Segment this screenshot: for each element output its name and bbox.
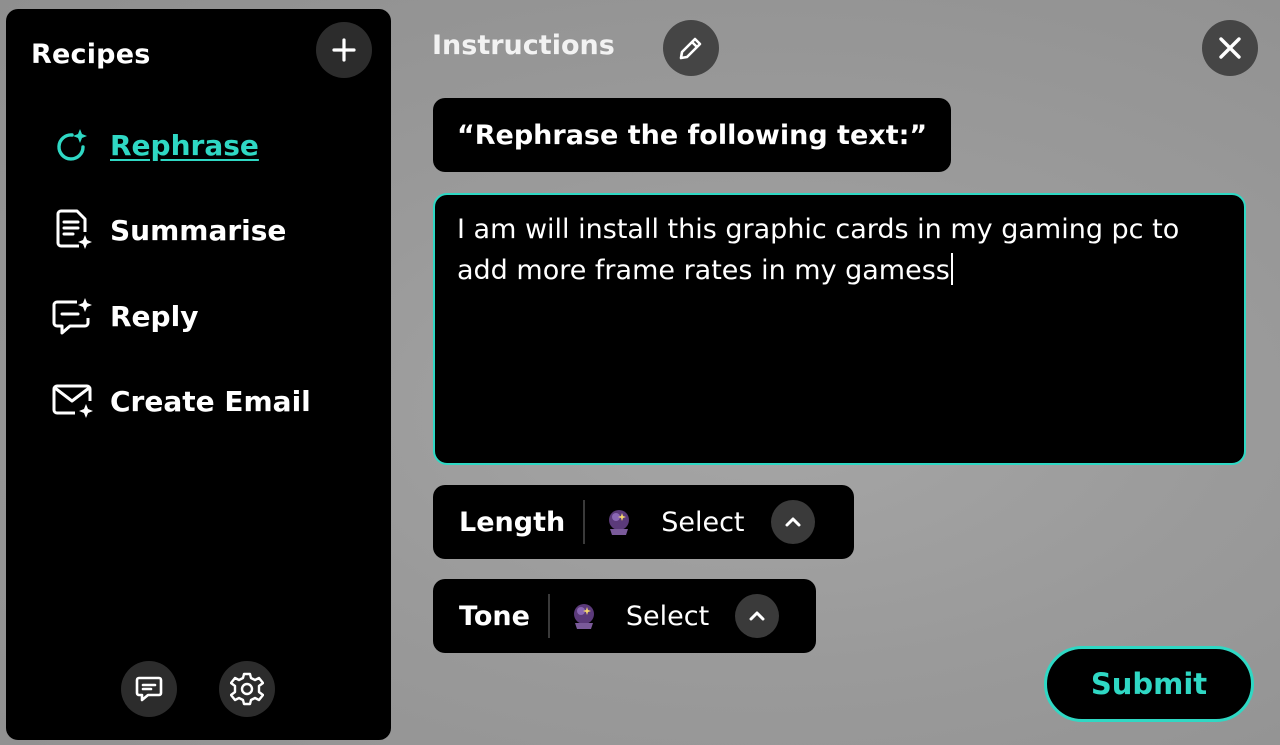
crystal-ball-icon bbox=[568, 600, 600, 632]
divider bbox=[583, 500, 586, 544]
sidebar-item-summarise[interactable]: Summarise bbox=[50, 207, 286, 253]
tone-label: Tone bbox=[459, 600, 530, 632]
plus-icon bbox=[332, 38, 356, 62]
rephrase-sparkle-icon bbox=[50, 122, 96, 168]
feedback-button[interactable] bbox=[121, 661, 177, 717]
divider bbox=[547, 594, 550, 638]
length-select[interactable]: Length Select bbox=[433, 485, 854, 559]
sidebar-title: Recipes bbox=[31, 39, 151, 70]
sidebar-item-label: Reply bbox=[110, 299, 199, 333]
chevron-up-icon[interactable] bbox=[770, 500, 815, 544]
pencil-icon bbox=[679, 37, 702, 60]
sidebar-item-label: Summarise bbox=[110, 213, 287, 247]
instruction-prompt: “Rephrase the following text:” bbox=[433, 98, 952, 172]
sidebar-item-label: Rephrase bbox=[110, 128, 259, 162]
length-label: Length bbox=[459, 506, 566, 538]
text-input-value: I am will install this graphic cards in … bbox=[457, 214, 1180, 286]
tone-value: Select bbox=[625, 600, 710, 632]
chevron-up-icon[interactable] bbox=[735, 594, 780, 638]
feedback-icon bbox=[135, 676, 163, 702]
page-title: Instructions bbox=[432, 30, 615, 61]
chat-sparkle-icon bbox=[50, 293, 96, 339]
close-button[interactable] bbox=[1202, 20, 1258, 76]
settings-button[interactable] bbox=[219, 661, 275, 717]
length-value: Select bbox=[661, 506, 745, 538]
edit-instructions-button[interactable] bbox=[663, 20, 719, 76]
sidebar-item-rephrase[interactable]: Rephrase bbox=[50, 122, 259, 168]
sidebar-item-create-email[interactable]: Create Email bbox=[50, 378, 311, 424]
sidebar-item-reply[interactable]: Reply bbox=[50, 293, 198, 339]
text-cursor bbox=[950, 253, 953, 285]
submit-button[interactable]: Submit bbox=[1044, 646, 1254, 722]
document-sparkle-icon bbox=[50, 207, 96, 253]
sidebar-item-label: Create Email bbox=[110, 384, 311, 418]
tone-select[interactable]: Tone Select bbox=[433, 579, 816, 653]
gear-icon bbox=[230, 672, 264, 706]
text-input[interactable]: I am will install this graphic cards in … bbox=[433, 193, 1246, 465]
close-icon bbox=[1219, 37, 1241, 59]
mail-sparkle-icon bbox=[50, 378, 96, 424]
recipes-sidebar: Recipes Rephrase Summarise Reply Create … bbox=[6, 9, 391, 740]
crystal-ball-icon bbox=[603, 506, 635, 538]
add-recipe-button[interactable] bbox=[316, 22, 372, 78]
